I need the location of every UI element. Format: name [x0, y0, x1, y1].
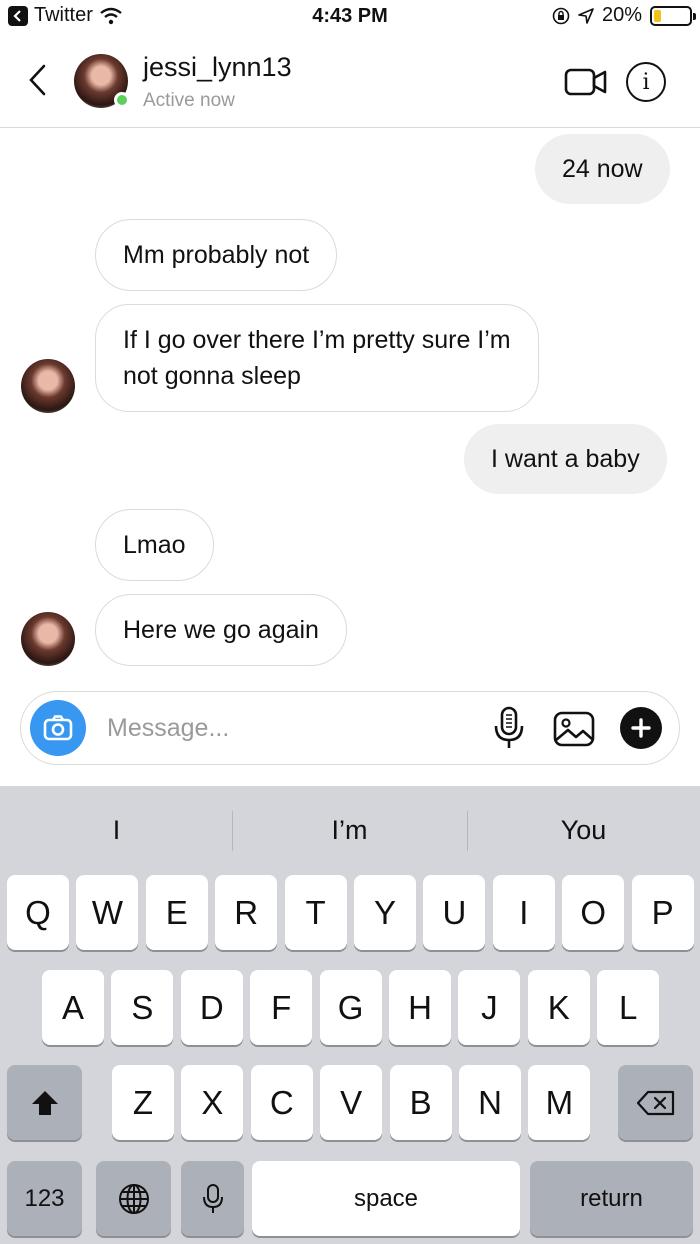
space-key[interactable]: space: [252, 1161, 520, 1236]
info-button[interactable]: i: [626, 62, 666, 102]
message-incoming[interactable]: Mm probably not: [95, 219, 338, 291]
online-indicator: [114, 92, 130, 108]
info-icon: i: [642, 69, 650, 95]
key-m[interactable]: M: [528, 1065, 591, 1140]
message-input[interactable]: [107, 702, 467, 754]
return-key[interactable]: return: [530, 1161, 693, 1236]
key-i[interactable]: I: [492, 875, 555, 950]
contact-name[interactable]: jessi_lynn13: [143, 52, 292, 83]
message-line: not gonna sleep: [123, 362, 301, 390]
chat-header: jessi_lynn13 Active now i: [0, 34, 700, 128]
message-line: If I go over there I’m pretty sure I’m: [123, 326, 511, 354]
globe-key[interactable]: [96, 1161, 171, 1236]
video-camera-icon: [564, 68, 607, 96]
avatar[interactable]: [21, 359, 75, 413]
avatar-image: [21, 612, 75, 666]
suggestion-1[interactable]: I: [0, 786, 233, 874]
key-u[interactable]: U: [423, 875, 486, 950]
globe-icon: [118, 1183, 149, 1214]
key-w[interactable]: W: [76, 875, 139, 950]
gallery-button[interactable]: [552, 710, 596, 748]
key-y[interactable]: Y: [354, 875, 416, 950]
message-outgoing[interactable]: I want a baby: [464, 424, 667, 494]
suggestion-2[interactable]: I’m: [233, 786, 466, 874]
message-incoming[interactable]: Here we go again: [95, 594, 347, 666]
message-incoming[interactable]: Lmao: [95, 509, 214, 581]
dictation-key[interactable]: [181, 1161, 244, 1236]
key-q[interactable]: Q: [7, 875, 69, 950]
key-s[interactable]: S: [111, 970, 174, 1045]
key-p[interactable]: P: [631, 875, 694, 950]
message-composer: [20, 691, 680, 765]
message-incoming[interactable]: If I go over there I’m pretty sure I’m n…: [95, 304, 539, 412]
key-t[interactable]: T: [284, 875, 347, 950]
key-j[interactable]: J: [458, 970, 521, 1045]
chevron-left-icon: [29, 64, 46, 96]
orientation-lock-icon: [552, 7, 570, 24]
key-f[interactable]: F: [250, 970, 313, 1045]
back-button[interactable]: [22, 60, 52, 100]
key-z[interactable]: Z: [112, 1065, 174, 1140]
active-status: Active now: [143, 90, 235, 111]
key-e[interactable]: E: [145, 875, 208, 950]
key-b[interactable]: B: [389, 1065, 452, 1140]
shift-key[interactable]: [7, 1065, 82, 1140]
shift-icon: [31, 1090, 58, 1115]
camera-button[interactable]: [30, 700, 86, 756]
more-options-button[interactable]: [620, 707, 662, 749]
plus-icon: [631, 718, 651, 738]
backspace-icon: [636, 1090, 674, 1115]
key-l[interactable]: L: [597, 970, 660, 1045]
battery-percent: 20%: [601, 4, 642, 26]
key-n[interactable]: N: [459, 1065, 521, 1140]
key-g[interactable]: G: [319, 970, 382, 1045]
avatar-image: [21, 359, 75, 413]
key-a[interactable]: A: [42, 970, 104, 1045]
avatar[interactable]: [21, 612, 75, 666]
delete-key[interactable]: [618, 1065, 693, 1140]
key-x[interactable]: X: [181, 1065, 244, 1140]
suggestion-3[interactable]: You: [467, 786, 700, 874]
key-k[interactable]: K: [527, 970, 590, 1045]
voice-message-button[interactable]: [491, 706, 527, 750]
key-o[interactable]: O: [562, 875, 625, 950]
camera-icon: [43, 715, 73, 741]
battery-icon: [650, 5, 696, 26]
key-h[interactable]: H: [389, 970, 451, 1045]
message-outgoing[interactable]: 24 now: [535, 134, 670, 204]
microphone-icon: [494, 706, 524, 748]
status-bar: Twitter 4:43 PM 20%: [0, 0, 700, 34]
key-c[interactable]: C: [250, 1065, 313, 1140]
keyboard: I I’m You QWERTYUIOPASDFGHJKLZXCVBNM 123…: [0, 786, 700, 1244]
gallery-icon: [553, 711, 595, 747]
microphone-icon: [202, 1183, 223, 1213]
video-call-button[interactable]: [564, 65, 608, 99]
numbers-key[interactable]: 123: [7, 1161, 82, 1236]
key-v[interactable]: V: [320, 1065, 383, 1140]
location-icon: [578, 7, 594, 24]
avatar[interactable]: [74, 54, 130, 108]
key-r[interactable]: R: [215, 875, 278, 950]
key-d[interactable]: D: [180, 970, 243, 1045]
